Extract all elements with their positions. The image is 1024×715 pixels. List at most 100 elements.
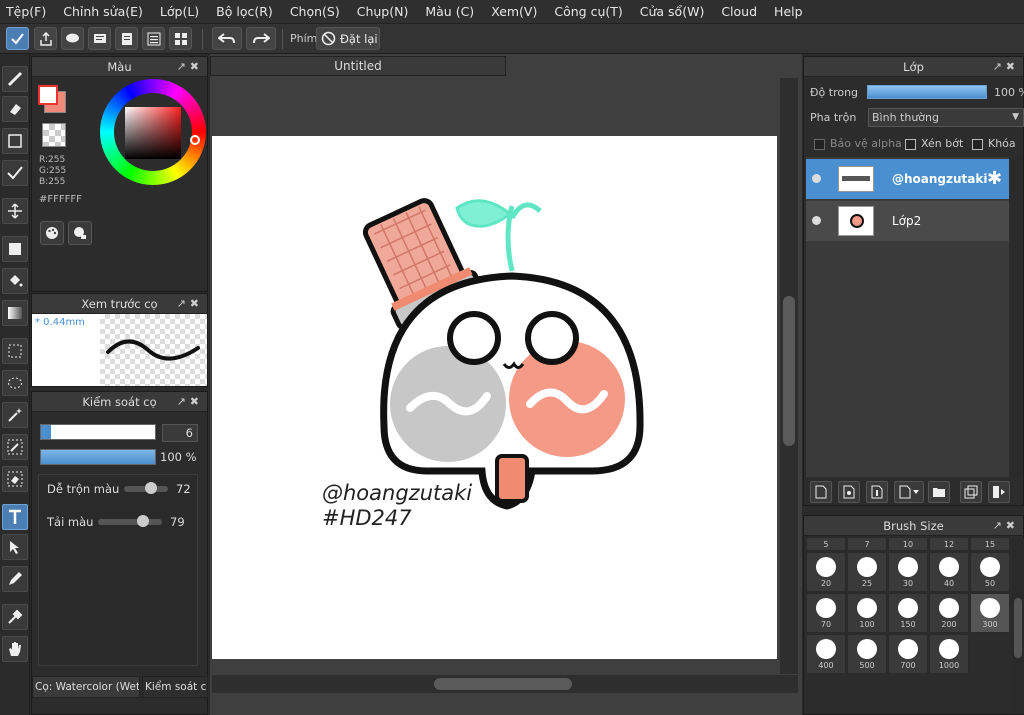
redo-icon[interactable]: [246, 27, 276, 50]
brush-size-preset[interactable]: 15: [970, 537, 1010, 551]
horizontal-scroll-thumb[interactable]: [434, 678, 572, 690]
new-halftone-layer-icon[interactable]: [838, 481, 860, 503]
palette-icon[interactable]: [40, 221, 64, 245]
canvas-paper[interactable]: @hoangzutaki #HD247: [212, 136, 777, 659]
brush-size-preset[interactable]: 70: [806, 593, 846, 633]
saturation-value-square[interactable]: [125, 107, 181, 159]
tab-document[interactable]: Untitled: [210, 56, 506, 76]
brush-size-preset[interactable]: 25: [847, 552, 887, 592]
select-rect-icon[interactable]: [2, 338, 28, 364]
menu-item[interactable]: Tệp(F): [6, 4, 46, 19]
menu-item[interactable]: Cửa sổ(W): [640, 4, 705, 19]
new-1bit-layer-icon[interactable]: [866, 481, 888, 503]
menu-item[interactable]: Bộ lọc(R): [216, 4, 273, 19]
palette-settings-icon[interactable]: [68, 221, 92, 245]
mix-slider-handle[interactable]: [145, 482, 157, 494]
tab-brush-watercolor[interactable]: Cọ: Watercolor (Wet): [32, 676, 140, 698]
brush-size-preset[interactable]: 200: [929, 593, 969, 633]
reset-button[interactable]: Đặt lại: [316, 27, 380, 50]
document-icon[interactable]: [115, 27, 138, 50]
duplicate-layer-icon[interactable]: [960, 481, 982, 503]
brush-size-slider[interactable]: [40, 424, 156, 440]
hue-handle[interactable]: [190, 135, 200, 145]
menu-item[interactable]: Cloud: [721, 4, 757, 19]
brush-size-preset[interactable]: 7: [847, 537, 887, 551]
panel-controls-icon[interactable]: ↗✖: [177, 60, 203, 73]
panel-controls-icon[interactable]: ↗✖: [177, 395, 203, 408]
merge-layer-icon[interactable]: [988, 481, 1010, 503]
menu-item[interactable]: Xem(V): [491, 4, 537, 19]
panel-controls-icon[interactable]: ↗✖: [177, 297, 203, 310]
line-tool-icon[interactable]: [2, 160, 28, 186]
gradient-tool-icon[interactable]: [2, 300, 28, 326]
vertical-scrollbar[interactable]: [780, 78, 798, 674]
visibility-icon[interactable]: [812, 174, 821, 183]
panel-controls-icon[interactable]: ↗✖: [993, 60, 1019, 73]
brush-size-preset[interactable]: 50: [970, 552, 1010, 592]
magic-wand-icon[interactable]: [2, 402, 28, 428]
layer-item[interactable]: Lớp2: [806, 201, 1009, 241]
eraser-tool-icon[interactable]: [2, 96, 28, 122]
visibility-icon[interactable]: [812, 216, 821, 225]
list-icon[interactable]: [142, 27, 165, 50]
fill-rect-tool-icon[interactable]: [2, 236, 28, 262]
text-tool-icon[interactable]: [2, 504, 28, 530]
grid-icon[interactable]: [169, 27, 192, 50]
brush-size-preset[interactable]: 5: [806, 537, 846, 551]
comment-icon[interactable]: [88, 27, 111, 50]
menu-item[interactable]: Công cụ(T): [554, 4, 622, 19]
load-slider[interactable]: [98, 519, 162, 525]
menu-item[interactable]: Lớp(L): [160, 4, 199, 19]
brush-size-preset[interactable]: 400: [806, 634, 846, 674]
layer-list-scrollbar[interactable]: [1011, 157, 1023, 477]
transparent-color-swatch[interactable]: [42, 123, 66, 147]
brush-size-preset[interactable]: 300: [970, 593, 1010, 633]
new-layer-icon[interactable]: [810, 481, 832, 503]
brush-size-preset[interactable]: 100: [847, 593, 887, 633]
blend-mode-select[interactable]: Bình thường ▼: [868, 108, 1024, 127]
primary-color-swatch[interactable]: [38, 85, 58, 105]
panel-controls-icon[interactable]: ↗✖: [993, 519, 1019, 532]
move-tool-icon[interactable]: [2, 198, 28, 224]
brush-size-preset[interactable]: 12: [929, 537, 969, 551]
brush-size-preset[interactable]: 700: [888, 634, 928, 674]
pen-tool-icon[interactable]: [2, 566, 28, 592]
eyedropper-icon[interactable]: [2, 604, 28, 630]
gear-icon[interactable]: ✱: [987, 168, 1002, 189]
menu-item[interactable]: Chọn(S): [290, 4, 340, 19]
chat-icon[interactable]: [61, 27, 84, 50]
brush-size-scrollbar[interactable]: [1012, 538, 1024, 714]
add-layer-menu-icon[interactable]: [894, 481, 924, 503]
brush-size-preset[interactable]: 30: [888, 552, 928, 592]
hand-tool-icon[interactable]: [2, 636, 28, 662]
lock-checkbox[interactable]: Khóa: [972, 137, 1016, 150]
menu-item[interactable]: Chụp(N): [357, 4, 409, 19]
layer-item-selected[interactable]: @hoangzutaki ✱: [806, 159, 1009, 199]
brush-size-preset[interactable]: 1000: [929, 634, 969, 674]
brush-size-value[interactable]: 6: [162, 424, 198, 442]
brush-size-preset[interactable]: 500: [847, 634, 887, 674]
select-pen-icon[interactable]: [2, 434, 28, 460]
undo-icon[interactable]: [212, 27, 242, 50]
clipping-checkbox[interactable]: Xén bớt: [905, 137, 963, 150]
vertical-scroll-thumb[interactable]: [783, 296, 795, 446]
operation-tool-icon[interactable]: [2, 534, 28, 560]
tab-brush-control[interactable]: Kiểm soát cọ: [142, 676, 208, 698]
folder-icon[interactable]: [928, 481, 950, 503]
layer-opacity-slider[interactable]: [867, 85, 987, 99]
lasso-tool-icon[interactable]: [2, 370, 28, 396]
protect-alpha-checkbox[interactable]: Bảo vệ alpha: [814, 137, 902, 150]
bucket-tool-icon[interactable]: [2, 268, 28, 294]
rectangle-tool-icon[interactable]: [2, 128, 28, 154]
brush-size-preset[interactable]: 40: [929, 552, 969, 592]
brush-tool-icon[interactable]: [2, 66, 28, 92]
menu-item[interactable]: Màu (C): [425, 4, 474, 19]
export-icon[interactable]: [34, 27, 57, 50]
load-slider-handle[interactable]: [137, 515, 149, 527]
menu-item[interactable]: Chỉnh sửa(E): [63, 4, 143, 19]
checkmark-icon[interactable]: [6, 27, 29, 50]
horizontal-scrollbar[interactable]: [212, 675, 798, 693]
brush-size-preset[interactable]: 150: [888, 593, 928, 633]
menu-item[interactable]: Help: [774, 4, 803, 19]
select-eraser-icon[interactable]: [2, 466, 28, 492]
